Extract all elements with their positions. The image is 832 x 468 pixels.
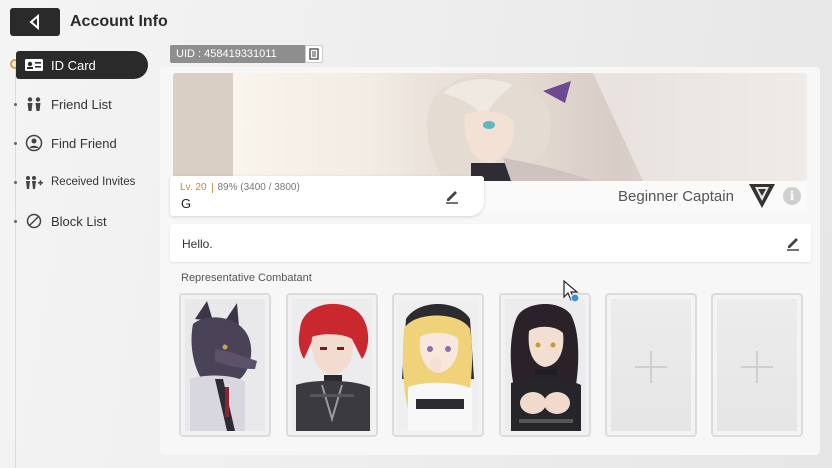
- add-icon: [635, 351, 667, 383]
- copy-icon: [309, 48, 319, 60]
- blonde-nun-portrait: [398, 299, 478, 431]
- rank-emblem-icon[interactable]: [748, 183, 776, 209]
- sidebar-item-label: Find Friend: [51, 135, 117, 151]
- level-line: Lv. 20 89% (3400 / 3800): [180, 182, 300, 193]
- empty-slot: [717, 299, 797, 431]
- edit-greeting-button[interactable]: [785, 235, 801, 251]
- player-name: G: [181, 196, 192, 211]
- representative-slot-2[interactable]: [286, 293, 378, 437]
- sidebar-item-block-list[interactable]: Block List: [16, 207, 148, 235]
- red-hair-portrait: [292, 299, 372, 431]
- representative-slot-4[interactable]: [499, 293, 591, 437]
- back-button[interactable]: [10, 8, 60, 36]
- level-name-card: Lv. 20 89% (3400 / 3800) G: [170, 176, 484, 216]
- exp-text: 89% (3400 / 3800): [217, 182, 300, 193]
- profile-banner[interactable]: [173, 73, 807, 181]
- edit-name-button[interactable]: [444, 188, 460, 204]
- banner-character-art: [173, 73, 807, 181]
- level-text: Lv. 20: [180, 182, 207, 193]
- find-friend-icon: [24, 134, 44, 152]
- sidebar-rail: [15, 60, 16, 468]
- block-icon: [24, 213, 44, 229]
- mouse-cursor-icon: [563, 279, 580, 303]
- add-icon: [741, 351, 773, 383]
- representative-section-title: Representative Combatant: [181, 272, 312, 284]
- sidebar-item-label: Block List: [51, 213, 107, 229]
- sidebar-item-label: Friend List: [51, 96, 112, 112]
- friends-icon: [24, 96, 44, 112]
- representative-slot-5[interactable]: [605, 293, 697, 437]
- id-card-icon: [24, 57, 44, 73]
- sidebar-item-label: ID Card: [51, 57, 96, 73]
- representative-slot-6[interactable]: [711, 293, 803, 437]
- black-hair-portrait: [505, 299, 585, 431]
- greeting-text: Hello.: [182, 237, 213, 251]
- representative-slot-3[interactable]: [392, 293, 484, 437]
- level-separator: [211, 182, 213, 193]
- sidebar-item-find-friend[interactable]: Find Friend: [16, 129, 148, 157]
- wolf-beast-portrait: [185, 299, 265, 431]
- sidebar-item-friend-list[interactable]: Friend List: [16, 90, 148, 118]
- uid-label: UID : 458419331011: [170, 45, 306, 63]
- greeting-field[interactable]: Hello.: [170, 224, 811, 262]
- sidebar-item-id-card[interactable]: ID Card: [16, 51, 148, 79]
- page-title: Account Info: [70, 13, 168, 30]
- empty-slot: [611, 299, 691, 431]
- sidebar-item-received-invites[interactable]: Received Invites: [16, 168, 148, 196]
- invites-icon: [24, 174, 44, 190]
- info-icon[interactable]: i: [783, 187, 801, 205]
- sidebar-item-label: Received Invites: [51, 176, 136, 188]
- back-arrow-icon: [29, 14, 39, 30]
- representative-slot-1[interactable]: [179, 293, 271, 437]
- player-title: Beginner Captain: [618, 188, 734, 205]
- copy-uid-button[interactable]: [305, 45, 323, 63]
